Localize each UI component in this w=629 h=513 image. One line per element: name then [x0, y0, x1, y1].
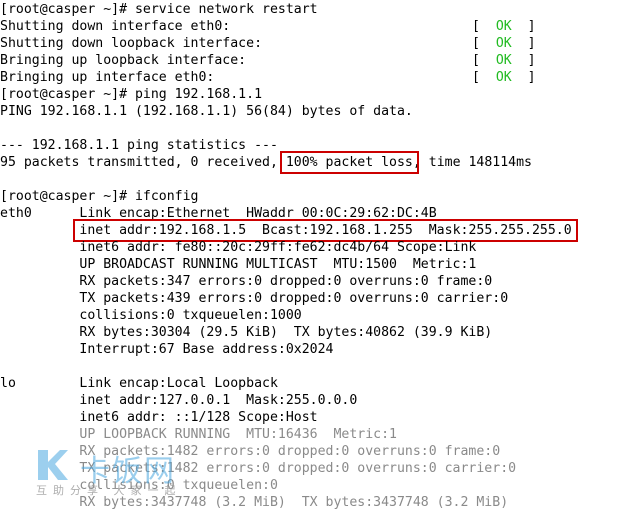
- line-text: , time 148114ms: [412, 155, 532, 170]
- terminal-line: TX packets:439 errors:0 dropped:0 overru…: [0, 290, 508, 307]
- line-text: Interrupt:67 Base address:0x2024: [0, 342, 334, 357]
- terminal-line: Interrupt:67 Base address:0x2024: [0, 341, 333, 358]
- terminal-line: collisions:0 txqueuelen:1000: [0, 307, 302, 324]
- terminal-line: [root@casper ~]# ifconfig: [0, 188, 199, 205]
- line-text: Bringing up interface eth0:: [0, 70, 215, 85]
- watermark-subtitle: 互助分享 大家一起: [36, 484, 182, 497]
- highlight-box: [279, 151, 419, 174]
- line-text: PING 192.168.1.1 (192.168.1.1) 56(84) by…: [0, 104, 413, 119]
- line-text: RX bytes:30304 (29.5 KiB) TX bytes:40862…: [0, 325, 493, 340]
- line-text: [0, 223, 79, 238]
- line-text: inet6 addr: fe80::20c:29ff:fe62:dc4b/64 …: [0, 240, 477, 255]
- terminal-line: UP BROADCAST RUNNING MULTICAST MTU:1500 …: [0, 256, 476, 273]
- status-ok-badge: [ OK ]: [472, 70, 536, 85]
- status-ok-badge: [ OK ]: [472, 53, 536, 68]
- line-text: lo Link encap:Local Loopback: [0, 376, 278, 391]
- terminal-line: [root@casper ~]# ping 192.168.1.1: [0, 86, 262, 103]
- line-text: UP BROADCAST RUNNING MULTICAST MTU:1500 …: [0, 257, 477, 272]
- terminal-line: lo Link encap:Local Loopback: [0, 375, 278, 392]
- terminal-line: inet6 addr: ::1/128 Scope:Host: [0, 409, 318, 426]
- status-ok-text: OK: [495, 19, 512, 34]
- terminal-line: Shutting down loopback interface: [ OK ]: [0, 35, 536, 52]
- status-ok-text: OK: [495, 70, 512, 85]
- line-text: inet6 addr: ::1/128 Scope:Host: [0, 410, 318, 425]
- line-text: Shutting down interface eth0:: [0, 19, 231, 34]
- line-text: inet addr:127.0.0.1 Mask:255.0.0.0: [0, 393, 358, 408]
- line-text: [root@casper ~]# service network restart: [0, 2, 318, 17]
- line-text: Bringing up loopback interface:: [0, 53, 247, 68]
- line-text: TX packets:439 errors:0 dropped:0 overru…: [0, 291, 509, 306]
- status-ok-text: OK: [495, 36, 512, 51]
- terminal-line: inet6 addr: fe80::20c:29ff:fe62:dc4b/64 …: [0, 239, 476, 256]
- status-ok-text: OK: [495, 53, 512, 68]
- line-text: [root@casper ~]# ping 192.168.1.1: [0, 87, 263, 102]
- line-text: --- 192.168.1.1 ping statistics ---: [0, 138, 278, 153]
- line-text: [root@casper ~]# ifconfig: [0, 189, 199, 204]
- terminal-output[interactable]: [root@casper ~]# service network restart…: [0, 0, 629, 513]
- line-text: RX packets:347 errors:0 dropped:0 overru…: [0, 274, 493, 289]
- terminal-line: RX packets:347 errors:0 dropped:0 overru…: [0, 273, 492, 290]
- line-text: collisions:0 txqueuelen:1000: [0, 308, 302, 323]
- terminal-line: --- 192.168.1.1 ping statistics ---: [0, 137, 278, 154]
- terminal-line: UP LOOPBACK RUNNING MTU:16436 Metric:1: [0, 426, 397, 443]
- terminal-line: PING 192.168.1.1 (192.168.1.1) 56(84) by…: [0, 103, 413, 120]
- watermark-logo-icon: [38, 450, 68, 480]
- status-ok-badge: [ OK ]: [472, 36, 536, 51]
- watermark: 卡饭网 互助分享 大家一起: [36, 446, 256, 497]
- terminal-line: inet addr:127.0.0.1 Mask:255.0.0.0: [0, 392, 357, 409]
- status-ok-badge: [ OK ]: [472, 19, 536, 34]
- terminal-line: Bringing up interface eth0: [ OK ]: [0, 69, 536, 86]
- terminal-line: 95 packets transmitted, 0 received, 100%…: [0, 154, 532, 171]
- line-text: Shutting down loopback interface:: [0, 36, 263, 51]
- terminal-line: [root@casper ~]# service network restart: [0, 1, 318, 18]
- terminal-line: Bringing up loopback interface: [ OK ]: [0, 52, 536, 69]
- terminal-line: Shutting down interface eth0: [ OK ]: [0, 18, 536, 35]
- line-text: 95 packets transmitted, 0 received,: [0, 155, 286, 170]
- terminal-line: RX bytes:30304 (29.5 KiB) TX bytes:40862…: [0, 324, 492, 341]
- line-text: UP LOOPBACK RUNNING MTU:16436 Metric:1: [0, 427, 397, 442]
